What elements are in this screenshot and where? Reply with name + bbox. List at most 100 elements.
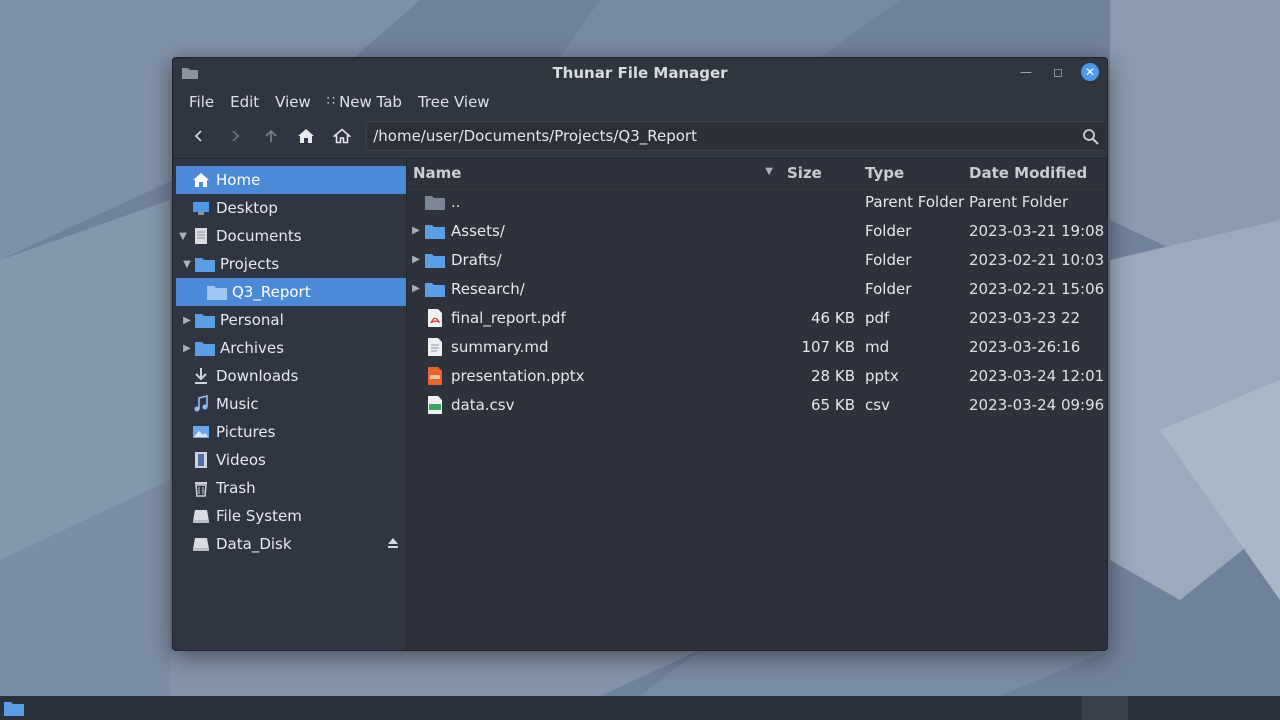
home-icon xyxy=(190,171,212,189)
minimize-button[interactable]: — xyxy=(1017,63,1035,81)
sidebar-item-label: Videos xyxy=(216,451,266,469)
menu-file[interactable]: File xyxy=(181,88,222,116)
file-date: 2023-03-21 19:08 xyxy=(969,221,1105,240)
column-header: Name ▼ Size Type Date Modified xyxy=(407,159,1107,187)
sidebar-item-videos[interactable]: Videos xyxy=(176,446,406,474)
folder-icon xyxy=(425,250,445,270)
pdf-icon xyxy=(425,308,445,328)
expander-collapsed-icon[interactable]: ▶ xyxy=(180,343,194,354)
sidebar-item-data-disk[interactable]: Data_Disk xyxy=(176,530,406,558)
location-bar[interactable]: /home/user/Documents/Projects/Q3_Report xyxy=(366,121,1107,151)
file-row-drafts[interactable]: ▶ Drafts/ Folder 2023-02-21 10:03 xyxy=(407,245,1107,274)
file-row-final-report[interactable]: final_report.pdf 46 KB pdf 2023-03-23 22 xyxy=(407,303,1107,332)
file-date: 2023-03-24 12:01 xyxy=(969,366,1105,385)
menu-tree-view[interactable]: Tree View xyxy=(410,88,498,116)
folder-icon xyxy=(206,283,228,301)
expander-collapsed-icon[interactable]: ▶ xyxy=(180,315,194,326)
menubar: File Edit View ∷ New Tab Tree View xyxy=(173,88,1107,116)
menu-view[interactable]: View xyxy=(267,88,319,116)
column-name-header[interactable]: Name ▼ xyxy=(407,164,787,182)
file-row-research[interactable]: ▶ Research/ Folder 2023-02-21 15:06 xyxy=(407,274,1107,303)
file-name: presentation.pptx xyxy=(451,366,585,385)
back-icon xyxy=(194,130,202,142)
sidebar-item-home[interactable]: Home xyxy=(176,166,406,194)
file-type: Parent Folder xyxy=(865,192,965,211)
expander-expanded-icon[interactable]: ▼ xyxy=(176,231,190,242)
sidebar-item-label: Projects xyxy=(220,255,280,273)
eject-icon[interactable] xyxy=(386,536,400,550)
sidebar-item-label: Pictures xyxy=(216,423,276,441)
column-date-header[interactable]: Date Modified xyxy=(969,164,1107,182)
folder-icon xyxy=(425,221,445,241)
folder-icon[interactable] xyxy=(4,700,24,716)
close-button[interactable]: ✕ xyxy=(1081,63,1099,81)
file-date: 2023-02-21 10:03 xyxy=(969,250,1105,269)
maximize-button[interactable]: ◻ xyxy=(1049,63,1067,81)
file-type: Folder xyxy=(865,250,912,269)
sidebar-item-q3-report[interactable]: Q3_Report xyxy=(176,278,406,306)
back-button[interactable] xyxy=(181,121,217,151)
file-name: summary.md xyxy=(451,337,549,356)
forward-icon xyxy=(232,130,239,142)
toolbar: /home/user/Documents/Projects/Q3_Report xyxy=(173,116,1107,156)
expander-expanded-icon[interactable]: ▼ xyxy=(180,259,194,270)
sidebar-item-desktop[interactable]: Desktop xyxy=(176,194,406,222)
sidebar-item-label: Home xyxy=(216,171,261,189)
sidebar-item-archives[interactable]: ▶ Archives xyxy=(176,334,406,362)
sidebar-item-label: Data_Disk xyxy=(216,535,292,553)
new-tab-icon: ∷ xyxy=(326,94,336,109)
home-outline-button[interactable] xyxy=(324,121,360,151)
up-arrow-icon xyxy=(265,129,277,142)
search-icon[interactable] xyxy=(1082,128,1100,146)
sidebar-item-downloads[interactable]: Downloads xyxy=(176,362,406,390)
file-row-assets[interactable]: ▶ Assets/ Folder 2023-03-21 19:08 xyxy=(407,216,1107,245)
home-outline-icon xyxy=(333,128,352,144)
sidebar-item-label: Downloads xyxy=(216,367,299,385)
sidebar-item-label: Documents xyxy=(216,227,302,245)
sidebar-item-projects[interactable]: ▼ Projects xyxy=(176,250,406,278)
sidebar-item-personal[interactable]: ▶ Personal xyxy=(176,306,406,334)
taskbar xyxy=(0,696,1280,720)
column-type-header[interactable]: Type xyxy=(865,164,969,182)
expander-collapsed-icon[interactable]: ▶ xyxy=(407,283,425,294)
menu-new-tab[interactable]: ∷ New Tab xyxy=(319,88,410,116)
forward-button[interactable] xyxy=(217,121,253,151)
expander-collapsed-icon[interactable]: ▶ xyxy=(407,225,425,236)
menu-edit[interactable]: Edit xyxy=(222,88,267,116)
file-name: final_report.pdf xyxy=(451,308,566,327)
sidebar-item-trash[interactable]: Trash xyxy=(176,474,406,502)
file-date: 2023-02-21 15:06 xyxy=(969,279,1105,298)
expander-collapsed-icon[interactable]: ▶ xyxy=(407,254,425,265)
desktop-icon xyxy=(190,199,212,217)
sidebar-item-music[interactable]: Music xyxy=(176,390,406,418)
file-type: csv xyxy=(865,395,890,414)
file-row-summary[interactable]: summary.md 107 KB md 2023-03-26:16 xyxy=(407,332,1107,361)
file-row-parent[interactable]: .. Parent Folder Parent Folder xyxy=(407,187,1107,216)
window-title: Thunar File Manager xyxy=(552,64,728,82)
file-row-presentation[interactable]: presentation.pptx 28 KB pptx 2023-03-24 … xyxy=(407,361,1107,390)
videos-icon xyxy=(190,451,212,469)
file-type: Folder xyxy=(865,221,912,240)
folder-icon xyxy=(194,255,216,273)
sidebar: Home Desktop ▼ Documents ▼ Projects Q3_R… xyxy=(173,158,407,650)
home-button[interactable] xyxy=(289,121,325,151)
folder-icon xyxy=(425,279,445,299)
file-size: 46 KB xyxy=(811,308,855,327)
file-row-data-csv[interactable]: data.csv 65 KB csv 2023-03-24 09:96 xyxy=(407,390,1107,419)
column-size-header[interactable]: Size xyxy=(787,164,865,182)
column-name-label: Name xyxy=(413,163,462,182)
sidebar-item-pictures[interactable]: Pictures xyxy=(176,418,406,446)
pictures-icon xyxy=(190,423,212,441)
file-name: data.csv xyxy=(451,395,515,414)
titlebar[interactable]: Thunar File Manager — ◻ ✕ xyxy=(173,58,1107,88)
sort-descending-icon: ▼ xyxy=(765,165,773,177)
up-button[interactable] xyxy=(253,121,289,151)
taskbar-tray[interactable] xyxy=(1082,696,1128,720)
sidebar-item-label: Archives xyxy=(220,339,284,357)
file-type: Folder xyxy=(865,279,912,298)
sidebar-item-documents[interactable]: ▼ Documents xyxy=(176,222,406,250)
home-icon xyxy=(298,129,315,143)
file-size: 28 KB xyxy=(811,366,855,385)
pptx-icon xyxy=(425,366,445,386)
sidebar-item-file-system[interactable]: File System xyxy=(176,502,406,530)
